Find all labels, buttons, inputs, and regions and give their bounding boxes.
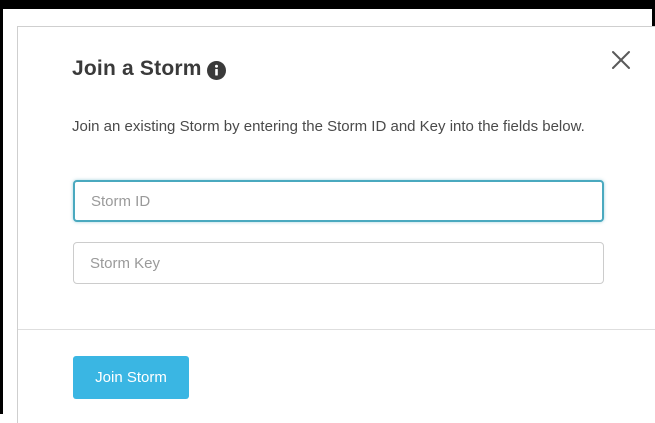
footer-divider	[18, 329, 655, 330]
join-storm-dialog: Join a Storm Join an existing Storm by e…	[17, 26, 655, 423]
join-storm-button[interactable]: Join Storm	[73, 356, 189, 399]
info-icon[interactable]	[206, 60, 226, 80]
window-frame: Join a Storm Join an existing Storm by e…	[0, 0, 655, 423]
dialog-title: Join a Storm	[72, 57, 202, 80]
dialog-header: Join a Storm	[72, 57, 226, 81]
storm-id-input[interactable]	[73, 180, 604, 222]
storm-key-input[interactable]	[73, 242, 604, 284]
dialog-description: Join an existing Storm by entering the S…	[72, 118, 585, 135]
close-icon[interactable]	[610, 49, 632, 71]
